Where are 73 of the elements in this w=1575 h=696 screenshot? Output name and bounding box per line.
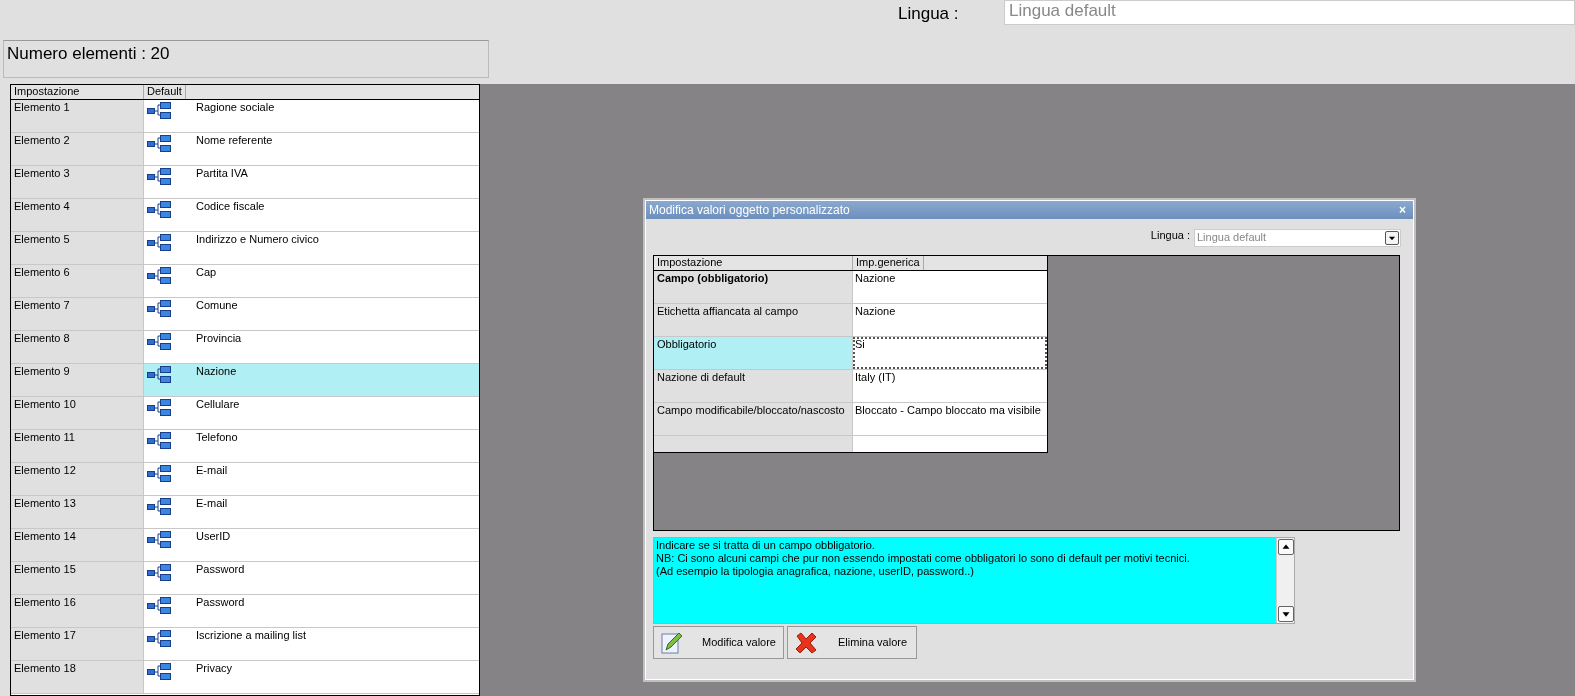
- value-text: UserID: [196, 530, 231, 544]
- scroll-up-icon[interactable]: [1277, 539, 1294, 555]
- value-text: E-mail: [196, 464, 228, 478]
- row-name-cell: Elemento 6: [11, 265, 144, 297]
- hierarchy-icon: [147, 530, 171, 548]
- hierarchy-icon: [147, 464, 171, 482]
- description-text: NB: Ci sono alcuni campi che pur non essendo impostati come obbligatori lo sono di default per motivi tecnici.: [656, 552, 1191, 566]
- value-text: Password: [196, 596, 245, 610]
- hierarchy-icon: [147, 629, 171, 647]
- language-label: Lingua :: [898, 3, 960, 25]
- row-value-cell[interactable]: Nazione: [144, 364, 479, 396]
- row-name-cell: Elemento 7: [11, 298, 144, 330]
- row-name-cell: Elemento 14: [11, 529, 144, 561]
- scrollbar[interactable]: [1276, 538, 1294, 623]
- row-name-cell: Elemento 3: [11, 166, 144, 198]
- combo-value: Lingua default: [1197, 231, 1267, 245]
- value-text: Provincia: [196, 332, 242, 346]
- value-text: Nome referente: [196, 134, 273, 148]
- hierarchy-icon: [147, 101, 171, 119]
- value-text: E-mail: [196, 497, 228, 511]
- row-name-cell: Elemento 11: [11, 430, 144, 462]
- column-header: Imp.generica: [853, 256, 924, 270]
- value-text: Iscrizione a mailing list: [196, 629, 307, 643]
- description-text: (Ad esempio la tipologia anagrafica, nazione, userID, password..): [656, 565, 975, 579]
- element-count: Numero elementi : 20: [3, 40, 489, 78]
- value-text: Password: [196, 563, 245, 577]
- value-text: Indirizzo e Numero civico: [196, 233, 319, 247]
- hierarchy-icon: [147, 332, 171, 350]
- cross-icon: [794, 630, 818, 655]
- column-header: Default: [144, 85, 186, 99]
- hierarchy-icon: [147, 200, 171, 218]
- row-name-cell: Elemento 18: [11, 661, 144, 693]
- row-name-cell: Elemento 2: [11, 133, 144, 165]
- value-text: Telefono: [196, 431, 238, 445]
- hierarchy-icon: [147, 398, 171, 416]
- column-header: Impostazione: [654, 256, 853, 270]
- row-name-cell: Elemento 10: [11, 397, 144, 429]
- row-name-cell: Elemento 16: [11, 595, 144, 627]
- hierarchy-icon: [147, 299, 171, 317]
- row-name-cell: Elemento 4: [11, 199, 144, 231]
- row-name-cell: Elemento 15: [11, 562, 144, 594]
- hierarchy-icon: [147, 563, 171, 581]
- hierarchy-icon: [147, 596, 171, 614]
- pencil-page-icon: [660, 630, 684, 655]
- value-text: Comune: [196, 299, 238, 313]
- hierarchy-icon: [147, 233, 171, 251]
- row-name-cell: Elemento 5: [11, 232, 144, 264]
- row-name-cell: Elemento 17: [11, 628, 144, 660]
- value-text: Cellulare: [196, 398, 240, 412]
- row-name-cell: Elemento 9: [11, 364, 144, 396]
- row-name-cell: Elemento 13: [11, 496, 144, 528]
- row-name-cell: Elemento 1: [11, 100, 144, 132]
- value-text: Codice fiscale: [196, 200, 265, 214]
- hierarchy-icon: [147, 431, 171, 449]
- row-name-cell: Elemento 12: [11, 463, 144, 495]
- language-field: Lingua default: [1004, 0, 1575, 25]
- hierarchy-icon: [147, 266, 171, 284]
- hierarchy-icon: [147, 497, 171, 515]
- scroll-down-icon[interactable]: [1277, 606, 1294, 622]
- hierarchy-icon: [147, 662, 171, 680]
- hierarchy-icon: [147, 365, 171, 383]
- hierarchy-icon: [147, 134, 171, 152]
- value-text: Partita IVA: [196, 167, 248, 181]
- value-text: Nazione: [196, 365, 237, 379]
- value-text: Ragione sociale: [196, 101, 275, 115]
- row-name-cell: Elemento 8: [11, 331, 144, 363]
- hierarchy-icon: [147, 167, 171, 185]
- value-text: Privacy: [196, 662, 233, 676]
- language-label: Lingua :: [1150, 229, 1190, 243]
- value-text: Cap: [196, 266, 217, 280]
- dialog-title: Modifica valori oggetto personalizzato: [649, 202, 850, 218]
- description-text: Indicare se si tratta di un campo obbligatorio.: [656, 539, 876, 553]
- column-header: Impostazione: [11, 85, 144, 99]
